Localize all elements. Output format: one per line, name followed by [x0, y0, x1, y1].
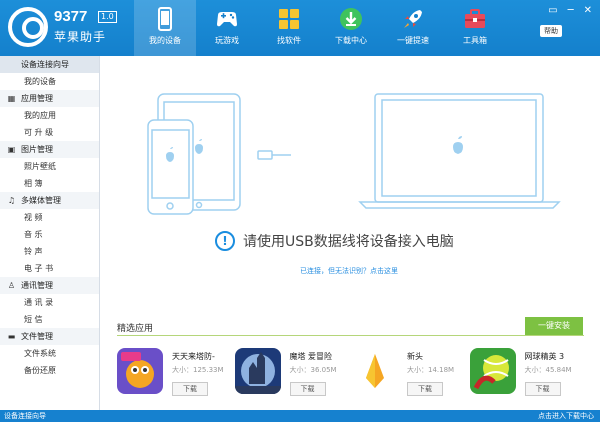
sidebar-item-ringtone[interactable]: 铃 声	[0, 243, 99, 260]
folder-icon: ▬	[7, 332, 16, 341]
contact-icon: ♙	[7, 281, 16, 290]
nav-toolbox[interactable]: 工具箱	[444, 0, 506, 56]
app-manage-icon: ▦	[7, 94, 16, 103]
nav-label: 一键提速	[397, 36, 429, 45]
sidebar-item-backup-restore[interactable]: 备份还原	[0, 362, 99, 379]
image-icon: ▣	[7, 145, 16, 154]
phone-icon	[158, 7, 172, 31]
sidebar-item-my-apps[interactable]: 我的应用	[0, 107, 99, 124]
featured-apps-list: 天天来塔防- 大小：125.33M 下载 魔塔 爱冒险 大小：36.05M 下载…	[117, 348, 587, 402]
sidebar-item-file-system[interactable]: 文件系统	[0, 345, 99, 362]
help-button[interactable]: 帮助	[540, 25, 562, 37]
download-button[interactable]: 下载	[172, 382, 208, 396]
nav-find-software[interactable]: 找软件	[258, 0, 320, 56]
cannot-recognize-link[interactable]: 已连接，但无法识别？点击这里	[300, 266, 398, 276]
app-name: 天天来塔防-	[172, 352, 215, 361]
nav-label: 我的设备	[149, 36, 181, 45]
gamepad-icon	[217, 12, 237, 27]
sidebar-group-contact-manage[interactable]: ♙ 通讯管理	[0, 277, 99, 294]
app-logo: 9377 1.0 苹果助手	[8, 5, 117, 49]
app-size: 大小：125.33M	[172, 366, 224, 374]
apple-icon	[7, 60, 16, 69]
app-size: 大小：45.84M	[524, 366, 572, 374]
music-icon: ♫	[7, 196, 16, 205]
top-header: 9377 1.0 苹果助手 我的设备 玩游戏 找软件 下载中心 一键提速 工具箱…	[0, 0, 600, 56]
sidebar-group-device-guide[interactable]: 设备连接向导	[0, 56, 99, 73]
logo-version: 1.0	[98, 11, 117, 23]
app-name: 魔塔 爱冒险	[289, 352, 333, 361]
logo-nine-icon	[8, 7, 48, 47]
app-card: 新头 大小：14.18M 下载	[352, 348, 470, 402]
tower-defense-app-icon[interactable]	[117, 348, 163, 394]
logo-name: 苹果助手	[54, 30, 107, 44]
nav-play-games[interactable]: 玩游戏	[196, 0, 258, 56]
magic-tower-app-icon[interactable]	[234, 348, 281, 394]
featured-apps-title: 精选应用	[117, 324, 154, 334]
nav-label: 下载中心	[335, 36, 367, 45]
status-left-text: 设备连接向导	[4, 412, 46, 420]
sidebar-group-label: 通讯管理	[21, 281, 53, 290]
logo-number: 9377	[54, 8, 88, 25]
news-app-icon[interactable]	[352, 348, 398, 394]
connect-message-text: 请使用USB数据线将设备接入电脑	[243, 234, 454, 250]
nav-label: 找软件	[277, 36, 301, 45]
sidebar-item-wallpaper[interactable]: 照片壁纸	[0, 158, 99, 175]
main-nav: 我的设备 玩游戏 找软件 下载中心 一键提速 工具箱	[134, 0, 506, 56]
sidebar-item-ebook[interactable]: 电 子 书	[0, 260, 99, 277]
app-card: 魔塔 爱冒险 大小：36.05M 下载	[234, 348, 353, 402]
nav-my-device[interactable]: 我的设备	[134, 0, 196, 56]
sidebar-group-image-manage[interactable]: ▣ 图片管理	[0, 141, 99, 158]
sidebar-group-label: 文件管理	[21, 332, 53, 341]
main-panel: ! 请使用USB数据线将设备接入电脑 已连接，但无法识别？点击这里 精选应用 一…	[101, 56, 600, 410]
device-connection-illustration	[147, 93, 561, 215]
sidebar-group-label: 多媒体管理	[21, 196, 61, 205]
nav-speed-up[interactable]: 一键提速	[382, 0, 444, 56]
app-name: 网球精英 3	[524, 352, 565, 361]
sidebar-item-my-device[interactable]: 我的设备	[0, 73, 99, 90]
sidebar-item-sms[interactable]: 短 信	[0, 311, 99, 328]
app-card: 网球精英 3 大小：45.84M 下载	[469, 348, 588, 402]
minimize-icon[interactable]: ─	[568, 5, 574, 16]
sidebar-item-upgradable[interactable]: 可 升 级	[0, 124, 99, 141]
sidebar-group-label: 图片管理	[21, 145, 53, 154]
sidebar-group-app-manage[interactable]: ▦ 应用管理	[0, 90, 99, 107]
connect-message: ! 请使用USB数据线将设备接入电脑	[215, 231, 454, 251]
sidebar-item-contacts[interactable]: 通 讯 录	[0, 294, 99, 311]
rocket-icon	[404, 10, 422, 28]
download-button[interactable]: 下载	[524, 382, 561, 396]
nav-label: 工具箱	[463, 36, 487, 45]
download-button[interactable]: 下载	[289, 382, 326, 396]
app-card: 天天来塔防- 大小：125.33M 下载	[117, 348, 235, 402]
download-icon	[340, 8, 362, 30]
apps-grid-icon	[279, 9, 299, 29]
sidebar: 设备连接向导 我的设备 ▦ 应用管理 我的应用 可 升 级 ▣ 图片管理 照片壁…	[0, 56, 100, 410]
one-click-install-button[interactable]: 一键安装	[525, 317, 583, 335]
restore-icon[interactable]: ▭	[548, 5, 557, 16]
sidebar-group-file-manage[interactable]: ▬ 文件管理	[0, 328, 99, 345]
section-divider	[117, 335, 584, 336]
app-name: 新头	[407, 352, 423, 361]
sidebar-item-music[interactable]: 音 乐	[0, 226, 99, 243]
exclamation-icon: !	[215, 231, 235, 251]
sidebar-group-label: 设备连接向导	[21, 60, 69, 69]
download-center-link[interactable]: 点击进入下载中心	[538, 410, 594, 422]
window-controls: ▭ ─ ✕	[548, 5, 592, 16]
nav-label: 玩游戏	[215, 36, 239, 45]
status-bar: 设备连接向导 点击进入下载中心	[0, 410, 600, 422]
close-icon[interactable]: ✕	[584, 5, 592, 16]
app-size: 大小：36.05M	[289, 366, 337, 374]
sidebar-item-album[interactable]: 相 簿	[0, 175, 99, 192]
app-size: 大小：14.18M	[407, 366, 455, 374]
tennis-app-icon[interactable]	[469, 348, 516, 394]
toolbox-icon	[465, 9, 485, 28]
sidebar-group-media-manage[interactable]: ♫ 多媒体管理	[0, 192, 99, 209]
nav-download-center[interactable]: 下载中心	[320, 0, 382, 56]
sidebar-item-video[interactable]: 视 频	[0, 209, 99, 226]
sidebar-group-label: 应用管理	[21, 94, 53, 103]
download-button[interactable]: 下载	[407, 382, 443, 396]
